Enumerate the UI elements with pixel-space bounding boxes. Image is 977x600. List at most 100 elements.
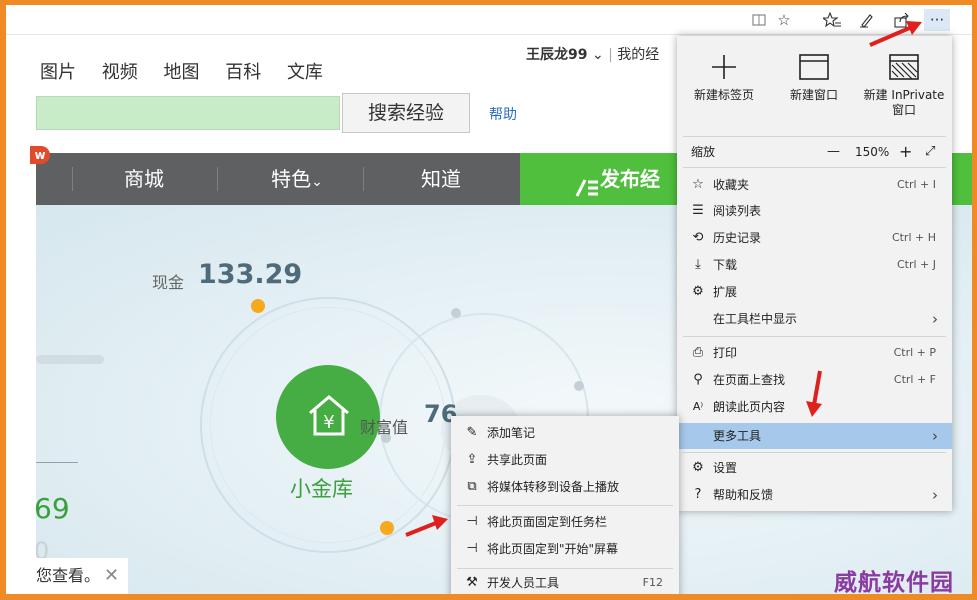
pin-icon: ⊣: [466, 514, 478, 529]
menu-item-label: 将媒体转移到设备上播放: [487, 480, 620, 494]
more-icon[interactable]: ···: [924, 9, 950, 31]
favorite-star-icon[interactable]: ☆: [773, 9, 795, 31]
menu-item-help-feedback[interactable]: ? 帮助和反馈 ›: [677, 482, 952, 508]
menu-item-label: 在页面上查找: [713, 373, 786, 387]
favorites-icon: ☆: [692, 177, 704, 192]
house-yuan-icon: ¥: [309, 395, 349, 436]
annotation-arrow: [869, 21, 922, 47]
divider: [36, 462, 78, 463]
reading-list-icon: ☰: [692, 203, 704, 218]
browser-more-menu: 新建标签页 新建窗口 新建 InPrivate 窗口 缩放 — 150% + ⤢…: [677, 36, 952, 511]
menu-item-label: 更多工具: [713, 429, 762, 443]
new-window-label: 新建窗口: [789, 88, 838, 102]
orbit-dot: [574, 381, 584, 391]
top-nav: 图片 视频 地图 百科 文库: [40, 58, 343, 84]
menu-item-favorites[interactable]: ☆ 收藏夹 Ctrl + I: [677, 172, 952, 198]
nav-link-wenku[interactable]: 文库: [287, 62, 323, 83]
menu-item-label: 收藏夹: [713, 178, 750, 192]
share-icon: ⇪: [466, 452, 478, 467]
help-link[interactable]: 帮助: [489, 104, 517, 124]
pin-icon: ⊣: [466, 541, 478, 556]
menu-item-share-page[interactable]: ⇪ 共享此页面: [451, 447, 679, 473]
extensions-icon: ⚙: [692, 284, 704, 299]
favorites-hub-icon[interactable]: [821, 9, 843, 31]
user-name[interactable]: 王辰龙99: [526, 47, 587, 63]
shortcut-label: Ctrl + F: [893, 373, 936, 386]
menu-item-zhidao[interactable]: 知道: [376, 153, 506, 205]
menu-item-reading-list[interactable]: ☰ 阅读列表: [677, 198, 952, 224]
nav-link-images[interactable]: 图片: [40, 62, 76, 83]
fullscreen-icon[interactable]: ⤢: [925, 137, 935, 167]
find-icon: ⚲: [693, 372, 703, 387]
new-inprivate-window-button[interactable]: 新建 InPrivate 窗口: [859, 36, 949, 136]
screenshot-frame: ☆ ··· 图片 视频 地图 百科 文库 王辰龙99 ⌄ | 我的经 搜索经验 …: [6, 5, 972, 594]
zoom-out-button[interactable]: —: [827, 137, 840, 167]
divider: [72, 167, 73, 191]
cash-value: 133.29: [198, 259, 303, 290]
browser-toolbar: ☆ ···: [6, 5, 972, 35]
nav-link-baike[interactable]: 百科: [225, 62, 261, 83]
menu-item-show-in-toolbar[interactable]: 在工具栏中显示 ›: [677, 306, 952, 332]
shortcut-label: F12: [642, 576, 663, 589]
menu-item-pin-to-start[interactable]: ⊣ 将此页固定到"开始"屏幕: [451, 536, 679, 562]
nav-link-videos[interactable]: 视频: [102, 62, 138, 83]
reading-view-icon[interactable]: [748, 9, 770, 31]
menu-item-label: 添加笔记: [487, 426, 536, 440]
divider: [363, 167, 364, 191]
close-icon[interactable]: ✕: [104, 558, 119, 594]
menu-item-downloads[interactable]: ⤓ 下载 Ctrl + J: [677, 252, 952, 278]
menu-item-developer-tools[interactable]: ⚒ 开发人员工具 F12: [451, 570, 679, 594]
nav-link-maps[interactable]: 地图: [163, 62, 199, 83]
cash-label: 现金: [152, 273, 185, 292]
chevron-down-icon: ⌄: [311, 174, 323, 190]
menu-item-label: 打印: [713, 346, 738, 360]
menu-item-more-tools[interactable]: 更多工具 ›: [677, 423, 952, 449]
divider: [683, 452, 946, 453]
orbit-dot: [251, 299, 265, 313]
left-value: 69: [36, 492, 70, 525]
menu-item-history[interactable]: ⟲ 历史记录 Ctrl + H: [677, 225, 952, 251]
divider: [683, 167, 946, 168]
chevron-right-icon: ›: [932, 486, 938, 504]
new-window-button[interactable]: 新建窗口: [769, 36, 859, 136]
menu-item-label: 阅读列表: [713, 204, 762, 218]
orbit-dot: [451, 308, 461, 318]
shortcut-label: Ctrl + H: [891, 231, 936, 244]
user-area: 王辰龙99 ⌄ | 我的经: [526, 44, 659, 64]
note-pen-icon: ✎: [466, 425, 478, 440]
divider: [217, 167, 218, 191]
settings-icon: ⚙: [692, 460, 704, 475]
search-input[interactable]: [36, 96, 340, 130]
small-treasury-label: 小金库: [290, 477, 353, 501]
divider: [683, 336, 946, 337]
menu-item-extensions[interactable]: ⚙ 扩展: [677, 279, 952, 305]
print-icon: ⎙: [692, 345, 704, 360]
menu-item-featured[interactable]: 特色⌄: [232, 153, 362, 205]
menu-item-label: 扩展: [713, 285, 738, 299]
zoom-in-button[interactable]: +: [899, 137, 912, 167]
menu-item-print[interactable]: ⎙ 打印 Ctrl + P: [677, 340, 952, 366]
menu-item-label: 将此页面固定到任务栏: [487, 515, 608, 529]
svg-text:¥: ¥: [323, 412, 334, 433]
help-icon: ?: [694, 487, 702, 502]
chevron-right-icon: ›: [932, 310, 938, 328]
more-tools-submenu: ✎ 添加笔记 ⇪ 共享此页面 ⧉ 将媒体转移到设备上播放 ⊣ 将此页面固定到任务…: [451, 416, 679, 594]
cast-icon: ⧉: [467, 479, 477, 494]
chevron-down-icon[interactable]: ⌄: [592, 47, 604, 63]
menu-item-label: 将此页固定到"开始"屏幕: [487, 542, 619, 556]
toast-text: 您查看。: [36, 566, 101, 585]
menu-item-pin-to-taskbar[interactable]: ⊣ 将此页面固定到任务栏: [451, 509, 679, 535]
divider: [457, 505, 673, 506]
my-experience-link[interactable]: 我的经: [617, 47, 659, 63]
new-tab-button[interactable]: 新建标签页: [679, 36, 769, 136]
new-badge: w: [30, 146, 50, 164]
menu-item-cast-media[interactable]: ⧉ 将媒体转移到设备上播放: [451, 474, 679, 500]
menu-item-mall[interactable]: 商城: [86, 153, 202, 205]
annotation-arrow: [806, 370, 822, 417]
menu-item-add-notes[interactable]: ✎ 添加笔记: [451, 420, 679, 446]
shortcut-label: Ctrl + I: [896, 178, 936, 191]
menu-item-label: 下载: [713, 258, 738, 272]
zoom-row: 缩放 — 150% + ⤢: [677, 137, 952, 167]
menu-item-settings[interactable]: ⚙ 设置: [677, 455, 952, 481]
search-button[interactable]: 搜索经验: [342, 93, 470, 133]
